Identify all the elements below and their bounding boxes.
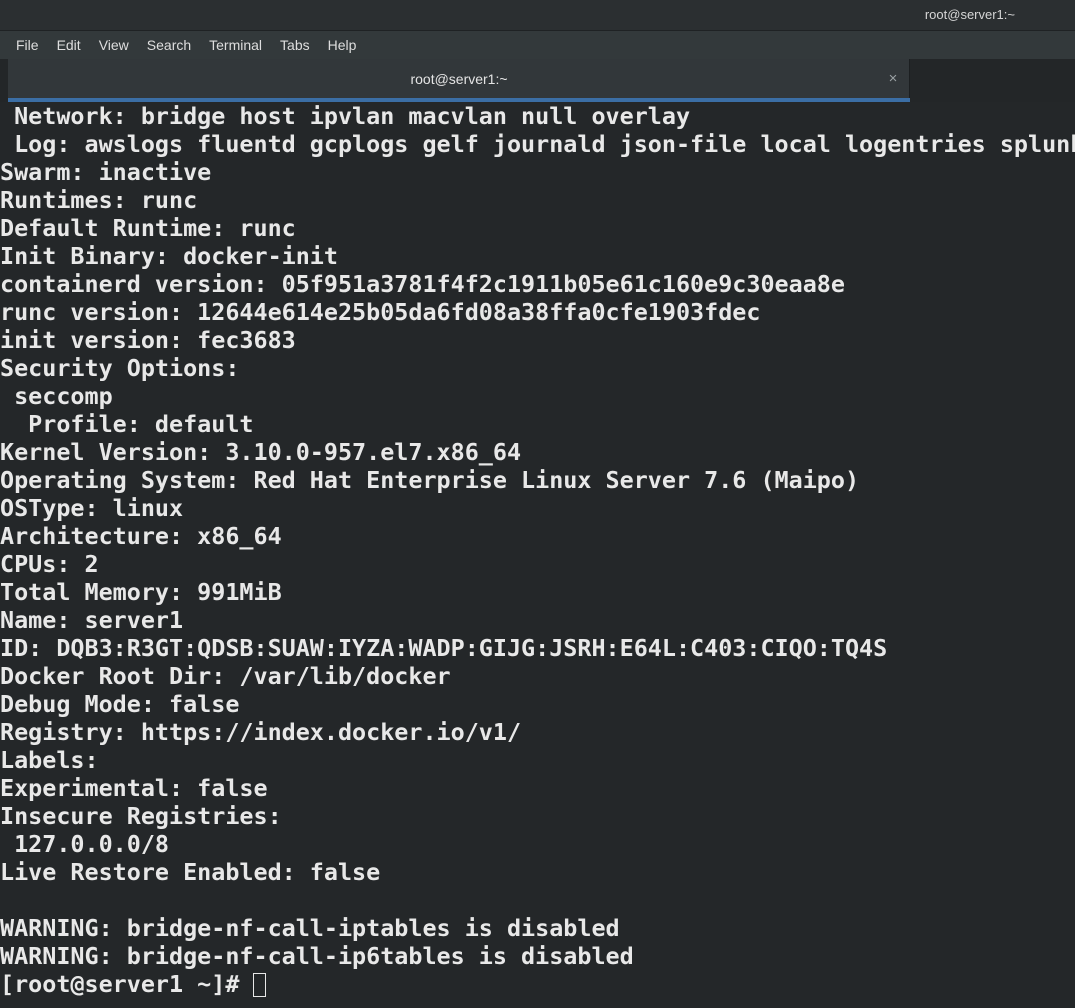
terminal-line: Registry: https://index.docker.io/v1/ <box>0 718 522 746</box>
terminal-line: Swarm: inactive <box>0 158 212 186</box>
terminal-line: 127.0.0.0/8 <box>0 830 169 858</box>
terminal-line: Init Binary: docker-init <box>0 242 338 270</box>
tabbar: root@server1:~ × <box>0 59 1075 102</box>
menubar: File Edit View Search Terminal Tabs Help <box>0 31 1075 59</box>
terminal-line: Architecture: x86_64 <box>0 522 282 550</box>
terminal-prompt-line: [root@server1 ~]# <box>0 970 1075 998</box>
tab-root-server1[interactable]: root@server1:~ × <box>8 59 910 102</box>
terminal-line: Total Memory: 991MiB <box>0 578 282 606</box>
terminal-line: Default Runtime: runc <box>0 214 296 242</box>
menu-item-tabs[interactable]: Tabs <box>271 35 319 56</box>
terminal-line: Labels: <box>0 746 99 774</box>
menu-item-edit[interactable]: Edit <box>48 35 90 56</box>
window-title: root@server1:~ <box>924 7 1015 22</box>
terminal-line: runc version: 12644e614e25b05da6fd08a38f… <box>0 298 761 326</box>
shell-prompt: [root@server1 ~]# <box>0 970 254 998</box>
terminal-line: init version: fec3683 <box>0 326 296 354</box>
text-cursor <box>253 973 267 997</box>
tab-label: root@server1:~ <box>410 71 508 87</box>
terminal-line: OSType: linux <box>0 494 184 522</box>
menu-item-file[interactable]: File <box>7 35 48 56</box>
menu-item-search[interactable]: Search <box>138 35 200 56</box>
terminal-line: Security Options: <box>0 354 240 382</box>
terminal-screen[interactable]: Network: bridge host ipvlan macvlan null… <box>0 102 1075 1008</box>
terminal-line: WARNING: bridge-nf-call-ip6tables is dis… <box>0 942 634 970</box>
terminal-line: Runtimes: runc <box>0 186 198 214</box>
close-icon[interactable]: × <box>883 69 903 89</box>
terminal-line: seccomp <box>0 382 113 410</box>
terminal-line: Profile: default <box>0 410 254 438</box>
window-titlebar: root@server1:~ <box>0 0 1075 31</box>
terminal-line: Operating System: Red Hat Enterprise Lin… <box>0 466 860 494</box>
terminal-line: CPUs: 2 <box>0 550 99 578</box>
terminal-line: Network: bridge host ipvlan macvlan null… <box>0 102 691 130</box>
terminal-line: Log: awslogs fluentd gcplogs gelf journa… <box>0 130 1075 158</box>
terminal-line: ID: DQB3:R3GT:QDSB:SUAW:IYZA:WADP:GIJG:J… <box>0 634 888 662</box>
terminal-line: Insecure Registries: <box>0 802 282 830</box>
terminal-line: Kernel Version: 3.10.0-957.el7.x86_64 <box>0 438 522 466</box>
terminal-line: WARNING: bridge-nf-call-iptables is disa… <box>0 914 620 942</box>
terminal-line: Experimental: false <box>0 774 268 802</box>
menu-item-terminal[interactable]: Terminal <box>200 35 271 56</box>
menu-item-view[interactable]: View <box>90 35 138 56</box>
terminal-line: containerd version: 05f951a3781f4f2c1911… <box>0 270 845 298</box>
terminal-output: Network: bridge host ipvlan macvlan null… <box>0 102 1075 998</box>
menu-item-help[interactable]: Help <box>319 35 366 56</box>
terminal-line: Docker Root Dir: /var/lib/docker <box>0 662 451 690</box>
terminal-line: Debug Mode: false <box>0 690 240 718</box>
terminal-line: Name: server1 <box>0 606 184 634</box>
terminal-line: Live Restore Enabled: false <box>0 858 381 886</box>
